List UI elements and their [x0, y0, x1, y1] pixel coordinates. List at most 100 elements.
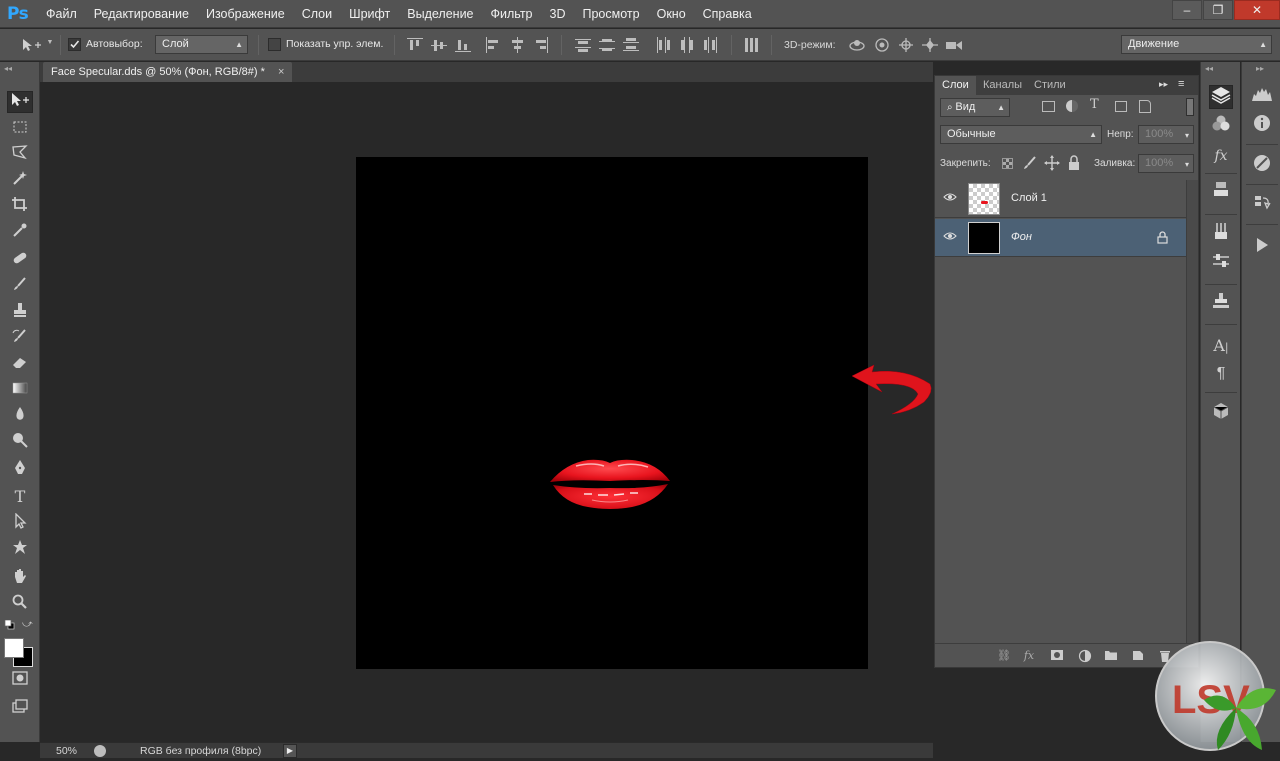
close-button[interactable]: ✕ [1234, 0, 1280, 20]
magic-wand-icon[interactable] [7, 170, 33, 192]
healing-brush-icon[interactable] [7, 250, 33, 272]
menu-edit[interactable]: Редактирование [94, 7, 189, 21]
navigator-icon[interactable] [1250, 154, 1274, 178]
move-tool-preset-icon[interactable] [20, 37, 44, 53]
panel-expand-icon[interactable]: ▸▸ [1159, 79, 1168, 90]
actions-play-icon[interactable] [1250, 236, 1274, 260]
opacity-input[interactable]: 100% ▾ [1138, 125, 1194, 144]
filter-pixel-icon[interactable] [1042, 101, 1055, 112]
workspace-select[interactable]: Движение ▲ [1121, 35, 1272, 54]
distribute-top-icon[interactable] [575, 37, 591, 53]
path-selection-icon[interactable] [7, 512, 33, 535]
move-tool-icon[interactable] [7, 91, 33, 113]
layer-row[interactable]: Фон [935, 219, 1186, 257]
channels-panel-icon[interactable] [1209, 114, 1233, 138]
zoom-tool-icon[interactable] [7, 594, 33, 616]
close-tab-icon[interactable]: × [278, 66, 284, 78]
default-colors-icon[interactable] [4, 619, 16, 630]
filter-shape-icon[interactable] [1115, 101, 1127, 112]
panel-menu-icon[interactable]: ≡ [1178, 78, 1184, 90]
distribute-hcenter-icon[interactable] [679, 37, 695, 53]
document-tab[interactable]: Face Specular.dds @ 50% (Фон, RGB/8#) * … [43, 62, 293, 82]
filter-smart-object-icon[interactable] [1139, 100, 1151, 113]
swap-colors-icon[interactable]: ⤻ [22, 620, 34, 630]
menu-layers[interactable]: Слои [302, 7, 332, 21]
lock-pixels-icon[interactable] [1022, 155, 1038, 174]
tab-channels[interactable]: Каналы [976, 76, 1029, 95]
doc-info-icon[interactable] [94, 745, 106, 757]
menu-image[interactable]: Изображение [206, 7, 285, 21]
menu-help[interactable]: Справка [703, 7, 752, 21]
chevron-down-icon[interactable]: ▼ [46, 39, 54, 49]
crop-tool-icon[interactable] [7, 196, 33, 218]
character-panel-icon[interactable]: A| [1209, 334, 1233, 358]
clone-stamp-icon[interactable] [7, 302, 33, 324]
distribute-left-icon[interactable] [655, 37, 671, 53]
histogram-icon[interactable] [1250, 85, 1274, 109]
align-hcenter-icon[interactable] [509, 37, 525, 53]
eyedropper-icon[interactable] [7, 222, 33, 244]
add-mask-icon[interactable] [1049, 649, 1065, 663]
menu-type[interactable]: Шрифт [349, 7, 390, 21]
autoselect-checkbox[interactable] [68, 38, 81, 51]
filter-adjustment-icon[interactable] [1066, 100, 1078, 112]
eraser-icon[interactable] [7, 354, 33, 376]
3d-roll-icon[interactable] [873, 37, 891, 53]
distribute-vcenter-icon[interactable] [599, 37, 615, 53]
custom-shape-icon[interactable] [7, 539, 33, 561]
distribute-right-icon[interactable] [703, 37, 719, 53]
history-panel-icon[interactable] [1250, 194, 1274, 218]
clone-source-icon[interactable] [1209, 292, 1233, 316]
filter-toggle-icon[interactable] [1186, 98, 1194, 116]
lock-all-icon[interactable] [1067, 155, 1081, 174]
minimize-button[interactable]: – [1172, 0, 1202, 20]
collapse-dock-icon[interactable]: ◂◂ [1205, 64, 1213, 73]
layers-scrollbar[interactable] [1186, 180, 1198, 644]
zoom-level[interactable]: 50% [56, 745, 77, 757]
status-menu-arrow-icon[interactable]: ▶ [283, 744, 297, 758]
align-bottom-icon[interactable] [455, 37, 471, 53]
3d-panel-icon[interactable] [1209, 402, 1233, 426]
menu-window[interactable]: Окно [657, 7, 686, 21]
new-layer-icon[interactable] [1130, 649, 1146, 663]
layers-panel-icon[interactable] [1209, 85, 1233, 109]
info-icon[interactable] [1250, 114, 1274, 138]
paragraph-panel-icon[interactable]: ¶ [1209, 362, 1233, 386]
show-transform-checkbox[interactable] [268, 38, 281, 51]
lasso-tool-icon[interactable] [7, 144, 33, 166]
restore-button[interactable]: ❐ [1203, 0, 1233, 20]
type-tool-icon[interactable]: T [7, 486, 33, 508]
marquee-tool-icon[interactable] [7, 118, 33, 140]
blend-mode-select[interactable]: Обычные ▲ [940, 125, 1102, 144]
brush-presets-icon[interactable] [1209, 222, 1233, 246]
menu-select[interactable]: Выделение [407, 7, 473, 21]
properties-panel-icon[interactable] [1209, 180, 1233, 204]
styles-fx-icon[interactable]: fx [1209, 144, 1233, 168]
fill-input[interactable]: 100% ▾ [1138, 154, 1194, 173]
auto-align-layers-icon[interactable] [744, 37, 760, 53]
3d-camera-icon[interactable] [944, 37, 964, 53]
tab-layers[interactable]: Слои [935, 76, 976, 95]
menu-filter[interactable]: Фильтр [491, 7, 533, 21]
brush-tool-icon[interactable] [7, 276, 33, 298]
3d-pan-icon[interactable] [897, 37, 915, 53]
canvas-area[interactable] [40, 82, 933, 742]
collapse-dock-icon[interactable]: ▸▸ [1256, 64, 1264, 73]
link-layers-icon[interactable]: ⛓ [996, 649, 1012, 663]
filter-type-icon[interactable]: T [1090, 97, 1099, 112]
quick-mask-icon[interactable] [7, 670, 33, 692]
gradient-icon[interactable] [7, 380, 33, 402]
history-brush-icon[interactable] [7, 328, 33, 350]
collapse-toolbar-icon[interactable]: ◂◂ [4, 64, 12, 73]
layer-filter-select[interactable]: ⌕ Вид ▲ [940, 98, 1010, 117]
new-group-icon[interactable] [1103, 649, 1119, 663]
fx-icon[interactable]: fx [1021, 649, 1037, 663]
menu-view[interactable]: Просмотр [583, 7, 640, 21]
screen-mode-icon[interactable] [7, 698, 33, 720]
layer-row[interactable]: Слой 1 [935, 180, 1186, 218]
distribute-bottom-icon[interactable] [623, 37, 639, 53]
menu-3d[interactable]: 3D [550, 7, 566, 21]
eye-visibility-icon[interactable] [943, 192, 957, 204]
3d-orbit-icon[interactable] [848, 37, 866, 53]
eye-visibility-icon[interactable] [943, 231, 957, 243]
